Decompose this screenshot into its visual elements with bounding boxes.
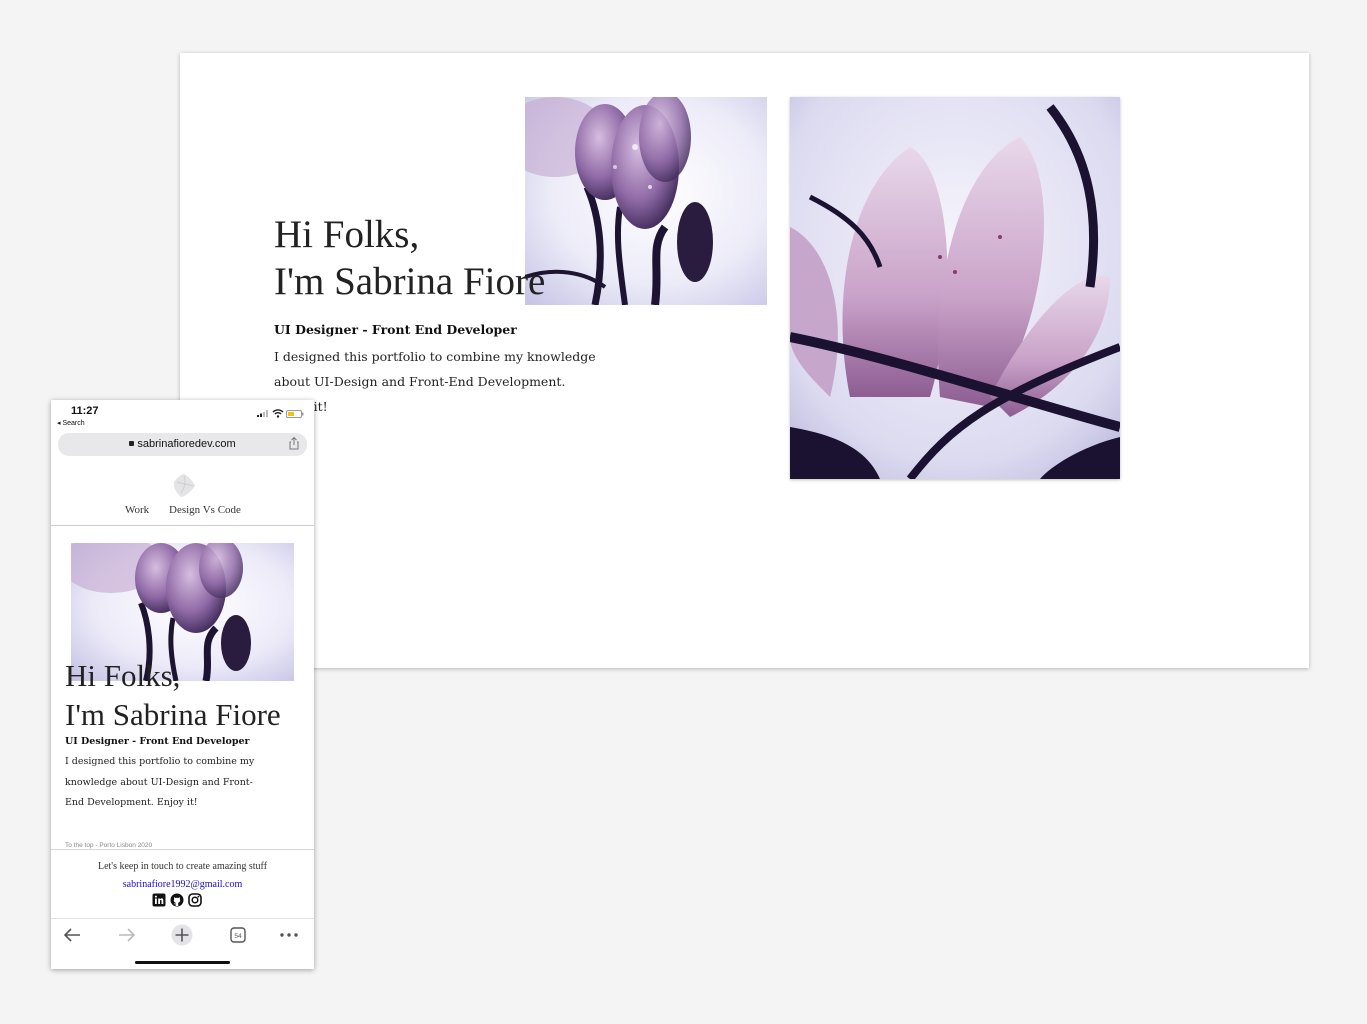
contact-section: Let's keep in touch to create amazing st… [51,849,314,918]
hero-flower-image-large [790,97,1120,479]
to-the-top-link[interactable]: To the top - Porto Lisbon 2020 [65,842,152,849]
home-indicator [135,961,230,964]
desktop-mockup: Hi Folks, I'm Sabrina Fiore UI Designer … [180,53,1309,668]
mobile-hero-role: UI Designer - Front End Developer [65,736,250,747]
share-icon[interactable] [289,437,299,450]
status-time: 11:27 [71,405,99,417]
linkedin-icon[interactable] [152,893,166,907]
phone-mockup: 11:27 ◂ Search sabrinafioredev.com Work … [51,400,314,969]
new-tab-plus-icon[interactable] [170,924,194,946]
nav-link-work[interactable]: Work [125,504,149,516]
github-icon[interactable] [170,893,184,907]
hero-description: I designed this portfolio to combine my … [274,349,596,414]
address-bar[interactable]: sabrinafioredev.com [58,433,307,456]
hero-heading-line2: I'm Sabrina Fiore [274,260,546,303]
mobile-hero-heading: Hi Folks, I'm Sabrina Fiore [65,656,281,734]
nav-link-design-vs-code[interactable]: Design Vs Code [169,504,241,516]
hero-flower-image-small [525,97,767,305]
mobile-hero-heading-line2: I'm Sabrina Fiore [65,697,281,732]
flower-logo-icon[interactable] [171,471,197,499]
cell-signal-icon [257,410,268,417]
forward-arrow-icon[interactable] [115,924,139,946]
wifi-icon [272,409,284,418]
back-to-search-link[interactable]: ◂ Search [57,419,85,427]
battery-icon [286,410,304,418]
mobile-hero-heading-line1: Hi Folks, [65,658,181,693]
contact-email-link[interactable]: sabrinafiore1992@gmail.com [51,879,314,890]
instagram-icon[interactable] [188,893,202,907]
address-bar-url: sabrinafioredev.com [137,438,236,450]
site-navigation: Work Design Vs Code [51,462,314,526]
social-links [152,893,212,909]
hero-heading-line1: Hi Folks, [274,213,420,256]
lock-icon [129,441,135,446]
back-arrow-icon[interactable] [60,924,84,946]
tabs-count: 54 [234,933,242,940]
more-dots-icon[interactable] [277,924,301,946]
hero-role: UI Designer - Front End Developer [274,322,517,337]
browser-toolbar: 54 [51,918,314,969]
hero-heading: Hi Folks, I'm Sabrina Fiore [274,211,545,305]
mobile-hero-description: I designed this portfolio to combine my … [65,756,255,808]
contact-text: Let's keep in touch to create amazing st… [97,861,268,872]
tabs-count-icon[interactable]: 54 [226,924,250,946]
